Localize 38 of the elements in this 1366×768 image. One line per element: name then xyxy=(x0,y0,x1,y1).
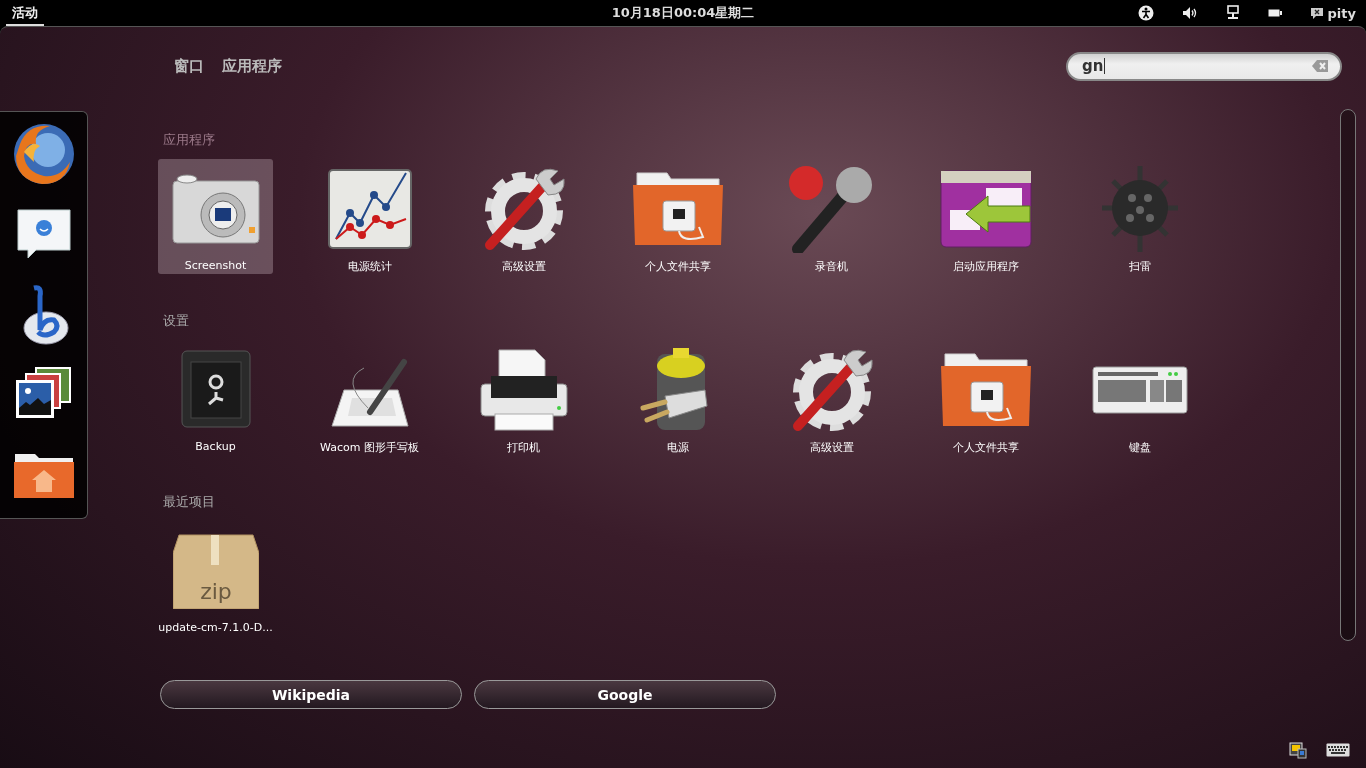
view-tab[interactable]: 窗口 xyxy=(171,56,207,76)
section-heading: 设置 xyxy=(162,312,189,330)
app-launcher[interactable]: 启动应用程序 xyxy=(928,159,1043,274)
chat-status-icon xyxy=(1309,7,1324,19)
app-launcher[interactable]: 打印机 xyxy=(466,340,581,455)
app-launcher[interactable]: 电源 xyxy=(620,340,735,455)
app-launcher[interactable]: 个人文件共享 xyxy=(620,159,735,274)
search-provider-button[interactable]: Wikipedia xyxy=(160,680,462,709)
app-launcher[interactable]: 高级设置 xyxy=(466,159,581,274)
app-launcher[interactable]: Wacom 图形手写板 xyxy=(312,340,427,455)
chart-icon xyxy=(327,169,412,249)
user-menu[interactable]: pity xyxy=(1295,5,1366,21)
app-launcher[interactable]: 键盘 xyxy=(1082,340,1197,455)
app-launcher[interactable]: Backup xyxy=(158,340,273,455)
app-launcher[interactable]: 高级设置 xyxy=(774,340,889,455)
app-launcher[interactable]: 电源统计 xyxy=(312,159,427,274)
notification-icon[interactable] xyxy=(1288,740,1308,760)
app-launcher[interactable]: 个人文件共享 xyxy=(928,340,1043,455)
app-launcher[interactable]: zip update-cm-7.1.0-D... xyxy=(158,521,273,636)
mine-icon xyxy=(1099,164,1180,254)
search-field[interactable]: gn xyxy=(1066,51,1342,81)
app-launcher[interactable]: Screenshot xyxy=(158,159,273,274)
app-launcher[interactable]: 扫雷 xyxy=(1082,159,1197,274)
scrollbar[interactable] xyxy=(1340,109,1356,641)
package-box-icon: zip xyxy=(172,533,259,609)
keyboard-icon xyxy=(1091,366,1188,414)
section-heading: 最近项目 xyxy=(162,493,215,511)
safe-icon xyxy=(180,350,251,430)
folder-plug-icon xyxy=(630,171,725,247)
search-provider-button[interactable]: Google xyxy=(474,680,776,709)
clock[interactable]: 10月18日00:04星期二 xyxy=(611,4,755,22)
printer-icon xyxy=(478,348,569,432)
app-launcher[interactable]: 录音机 xyxy=(774,159,889,274)
keyboard-icon[interactable] xyxy=(1326,743,1350,757)
view-tab[interactable]: 应用程序 xyxy=(219,56,285,76)
folder-plug-icon xyxy=(938,352,1033,428)
fox-globe-icon[interactable] xyxy=(11,122,76,186)
section-heading: 应用程序 xyxy=(162,131,215,149)
